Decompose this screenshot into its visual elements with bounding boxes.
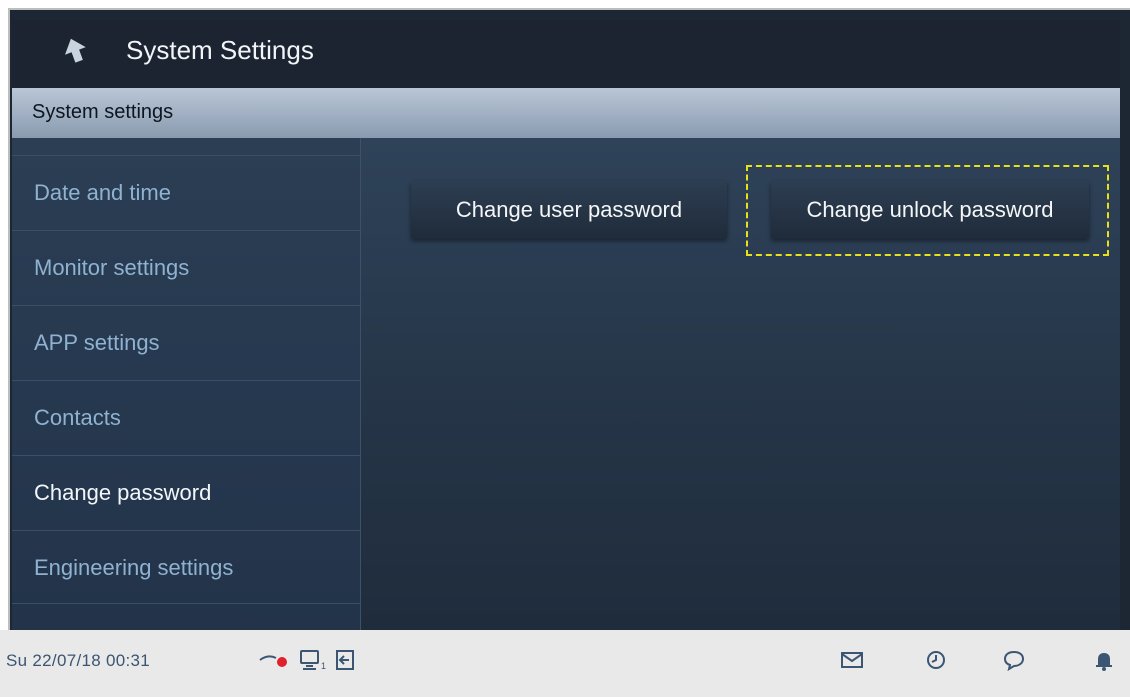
sidebar-item-label: APP settings	[34, 330, 160, 355]
section-header: System settings	[12, 88, 1120, 138]
change-unlock-password-button[interactable]: Change unlock password	[771, 181, 1089, 239]
mail-icon[interactable]	[840, 648, 864, 672]
sidebar-item-date-and-time[interactable]: Date and time	[12, 155, 360, 229]
sidebar-item-label: Monitor settings	[34, 255, 190, 280]
bell-icon[interactable]	[1092, 648, 1116, 672]
sidebar-item-change-password[interactable]: Change password	[12, 455, 360, 529]
sidebar-item-engineering-settings[interactable]: Engineering settings	[12, 530, 360, 604]
sidebar-item-contacts[interactable]: Contacts	[12, 380, 360, 454]
sidebar-item-label: Change password	[34, 480, 212, 505]
sidebar-item-app-settings[interactable]: APP settings	[12, 305, 360, 379]
sidebar: Date and time Monitor settings APP setti…	[12, 138, 361, 630]
exit-icon[interactable]	[334, 648, 358, 672]
main-pane: Change user password Change unlock passw…	[361, 138, 1120, 630]
page-title: System Settings	[126, 35, 314, 65]
sidebar-item-monitor-settings[interactable]: Monitor settings	[12, 230, 360, 304]
content-area: Date and time Monitor settings APP setti…	[12, 138, 1120, 630]
sidebar-item-label: Date and time	[34, 180, 171, 205]
sidebar-item-label: Contacts	[34, 405, 121, 430]
sidebar-item-label: Engineering settings	[34, 555, 234, 580]
section-title: System settings	[32, 101, 174, 123]
chat-icon[interactable]	[1002, 648, 1026, 672]
change-user-password-button[interactable]: Change user password	[411, 181, 727, 239]
record-icon	[258, 648, 292, 672]
back-arrow-icon[interactable]	[60, 35, 90, 65]
monitor-icon: 1	[299, 648, 329, 672]
monitor-count: 1	[321, 661, 326, 671]
status-bar: Su 22/07/18 00:31 1	[0, 630, 1130, 697]
title-bar: System Settings	[12, 20, 1120, 88]
history-icon[interactable]	[924, 648, 948, 672]
status-datetime: Su 22/07/18 00:31	[6, 651, 151, 670]
